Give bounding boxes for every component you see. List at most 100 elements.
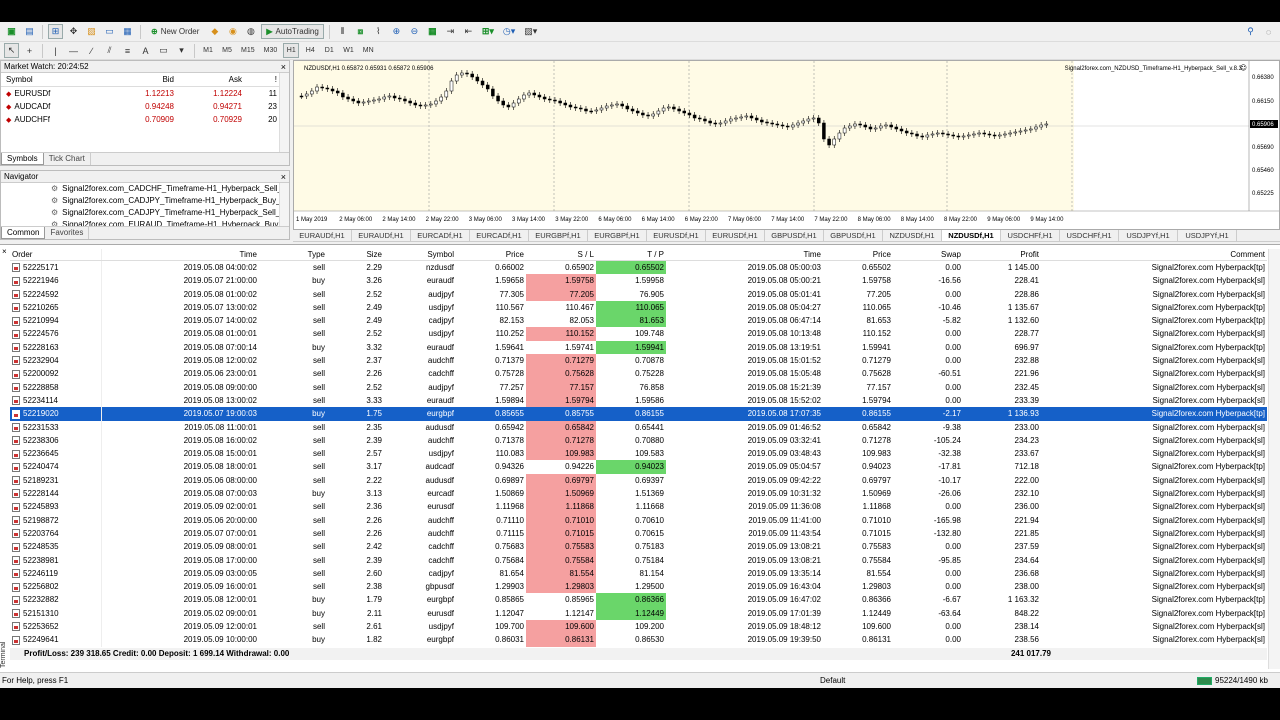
- table-row[interactable]: 52224592 2019.05.08 01:00:02 sell 2.52 audjp…: [10, 287, 1267, 301]
- chart-tab[interactable]: EURAUDf,H1: [293, 230, 352, 241]
- table-row[interactable]: 52256802 2019.05.09 16:00:01 sell 2.38 gbpus…: [10, 580, 1267, 594]
- autotrading-button[interactable]: ▶ AutoTrading: [261, 24, 324, 39]
- close-icon[interactable]: ×: [281, 61, 286, 73]
- table-row[interactable]: 52234114 2019.05.08 13:00:02 sell 3.33 eurau…: [10, 393, 1267, 408]
- column-size[interactable]: Size: [327, 249, 384, 260]
- horizontal-line-icon[interactable]: —: [66, 43, 81, 58]
- zoom-in-icon[interactable]: ⊕: [389, 24, 404, 39]
- metaeditor-icon[interactable]: ◆: [207, 24, 222, 39]
- column-order[interactable]: Order: [10, 249, 102, 260]
- table-row[interactable]: 52151310 2019.05.02 09:00:01 buy 2.11 eurusd…: [10, 606, 1267, 621]
- periods-icon[interactable]: ◷▾: [500, 24, 518, 39]
- tab-favorites[interactable]: Favorites: [45, 227, 90, 239]
- chart-tab[interactable]: GBPUSDf,H1: [765, 230, 824, 241]
- chart-tab[interactable]: NZDUSDf,H1: [942, 230, 1001, 241]
- terminal-scrollbar[interactable]: [1268, 249, 1280, 669]
- timeframe-m5[interactable]: M5: [219, 43, 235, 58]
- column-close-time[interactable]: Time: [666, 249, 823, 260]
- chart-tab[interactable]: USDCHFf,H1: [1001, 230, 1060, 241]
- timeframe-h4[interactable]: H4: [302, 43, 318, 58]
- table-row[interactable]: 52189231 2019.05.06 08:00:00 sell 2.22 audus…: [10, 473, 1267, 488]
- table-row[interactable]: 52219020 2019.05.07 19:00:03 buy 1.75 eurgbp…: [10, 407, 1267, 421]
- chart-tab[interactable]: EURCADf,H1: [411, 230, 470, 241]
- table-row[interactable]: 52232904 2019.05.08 12:00:02 sell 2.37 audch…: [10, 354, 1267, 368]
- column-spread[interactable]: !: [242, 73, 277, 86]
- search-icon[interactable]: ⚲: [1243, 24, 1258, 39]
- tile-windows-icon[interactable]: ▦: [425, 24, 440, 39]
- table-row[interactable]: 52232882 2019.05.08 12:00:01 buy 1.79 eurgbp…: [10, 593, 1267, 607]
- text-icon[interactable]: A: [138, 43, 153, 58]
- navigator-expert-item[interactable]: ⚙ Signal2forex.com_CADJPY_Timeframe-H1_Hy…: [1, 207, 279, 219]
- chart-shift-icon[interactable]: ⇥: [443, 24, 458, 39]
- table-row[interactable]: 52248535 2019.05.09 08:00:01 sell 2.42 cadch…: [10, 540, 1267, 554]
- column-tp[interactable]: T / P: [596, 249, 666, 260]
- line-chart-icon[interactable]: ⌇: [371, 24, 386, 39]
- chart-tab[interactable]: EURCADf,H1: [470, 230, 529, 241]
- chart-tab[interactable]: GBPUSDf,H1: [824, 230, 883, 241]
- profiles-icon[interactable]: ▤: [22, 24, 37, 39]
- tab-tick-chart[interactable]: Tick Chart: [44, 153, 91, 165]
- table-row[interactable]: 52253652 2019.05.09 12:00:01 sell 2.61 usdjp…: [10, 620, 1267, 634]
- table-row[interactable]: 52245893 2019.05.09 02:00:01 sell 2.36 eurus…: [10, 500, 1267, 514]
- signals-icon[interactable]: ◍: [243, 24, 258, 39]
- channel-icon[interactable]: ⫽: [102, 43, 117, 58]
- chart-tab[interactable]: EURGBPf,H1: [529, 230, 588, 241]
- table-row[interactable]: 52200092 2019.05.06 23:00:01 sell 2.26 cadch…: [10, 367, 1267, 381]
- fibonacci-icon[interactable]: ≡: [120, 43, 135, 58]
- label-icon[interactable]: ▭: [156, 43, 171, 58]
- table-row[interactable]: 52210994 2019.05.07 14:00:02 sell 2.49 cadjp…: [10, 314, 1267, 328]
- column-comment[interactable]: Comment: [1041, 249, 1267, 260]
- timeframe-w1[interactable]: W1: [340, 43, 357, 58]
- timeframe-m1[interactable]: M1: [200, 43, 216, 58]
- market-watch-row[interactable]: ◆ AUDCHFf 0.70909 0.70929 20: [1, 113, 289, 126]
- market-watch-scrollbar[interactable]: [279, 73, 289, 152]
- terminal-icon[interactable]: ▭: [102, 24, 117, 39]
- new-chart-icon[interactable]: ▣: [4, 24, 19, 39]
- table-row[interactable]: 52238981 2019.05.08 17:00:00 sell 2.39 cadch…: [10, 553, 1267, 567]
- market-watch-row[interactable]: ◆ AUDCADf 0.94248 0.94271 23: [1, 100, 289, 113]
- timeframe-m15[interactable]: M15: [238, 43, 258, 58]
- column-type[interactable]: Type: [259, 249, 327, 260]
- price-chart[interactable]: NZDUSDf,H1 0.65872 0.65931 0.65872 0.659…: [294, 61, 1279, 229]
- options-icon[interactable]: ◉: [225, 24, 240, 39]
- table-row[interactable]: 52236645 2019.05.08 15:00:01 sell 2.57 usdjp…: [10, 447, 1267, 461]
- table-row[interactable]: 52240474 2019.05.08 18:00:01 sell 3.17 audca…: [10, 460, 1267, 474]
- bar-chart-icon[interactable]: ⫴: [335, 24, 350, 39]
- chart-tab[interactable]: EURAUDf,H1: [352, 230, 411, 241]
- column-open-price[interactable]: Price: [456, 249, 526, 260]
- close-icon[interactable]: ×: [2, 247, 7, 256]
- chart-tab[interactable]: EURGBPf,H1: [588, 230, 647, 241]
- column-symbol[interactable]: Symbol: [384, 249, 456, 260]
- templates-icon[interactable]: ▨▾: [521, 24, 540, 39]
- column-bid[interactable]: Bid: [106, 73, 174, 86]
- table-row[interactable]: 52249641 2019.05.09 10:00:00 buy 1.82 eurgbp…: [10, 633, 1267, 647]
- vertical-line-icon[interactable]: |: [48, 43, 63, 58]
- column-symbol[interactable]: Symbol: [1, 73, 106, 86]
- trendline-icon[interactable]: ∕: [84, 43, 99, 58]
- timeframe-h1[interactable]: H1: [283, 43, 300, 58]
- table-row[interactable]: 52224576 2019.05.08 01:00:01 sell 2.52 usdjp…: [10, 327, 1267, 341]
- timeframe-mn[interactable]: MN: [360, 43, 377, 58]
- market-watch-icon[interactable]: ⊞: [48, 24, 63, 39]
- zoom-out-icon[interactable]: ⊖: [407, 24, 422, 39]
- column-profit[interactable]: Profit: [963, 249, 1041, 260]
- candlestick-chart-icon[interactable]: ⧈: [353, 24, 368, 39]
- table-row[interactable]: 52225171 2019.05.08 04:00:02 sell 2.29 nzdus…: [10, 261, 1267, 275]
- column-swap[interactable]: Swap: [893, 249, 963, 260]
- auto-scroll-icon[interactable]: ⇤: [461, 24, 476, 39]
- status-profile[interactable]: Default: [820, 673, 845, 689]
- crosshair-icon[interactable]: +: [22, 43, 37, 58]
- chat-icon[interactable]: ◌: [1261, 24, 1276, 39]
- chart-tab[interactable]: USDJPYf,H1: [1178, 230, 1237, 241]
- table-row[interactable]: 52221946 2019.05.07 21:00:00 buy 3.26 euraud…: [10, 274, 1267, 288]
- navigator-icon[interactable]: ▧: [84, 24, 99, 39]
- column-open-time[interactable]: Time: [102, 249, 259, 260]
- column-close-price[interactable]: Price: [823, 249, 893, 260]
- navigator-scrollbar[interactable]: [279, 183, 289, 226]
- indicators-icon[interactable]: ⊞▾: [479, 24, 497, 39]
- timeframe-m30[interactable]: M30: [261, 43, 281, 58]
- new-order-button[interactable]: ⊕ New Order: [146, 24, 204, 39]
- table-row[interactable]: 52246119 2019.05.09 03:00:05 sell 2.60 cadjp…: [10, 566, 1267, 581]
- chart-tab[interactable]: USDJPYf,H1: [1119, 230, 1178, 241]
- arrows-icon[interactable]: ▾: [174, 43, 189, 58]
